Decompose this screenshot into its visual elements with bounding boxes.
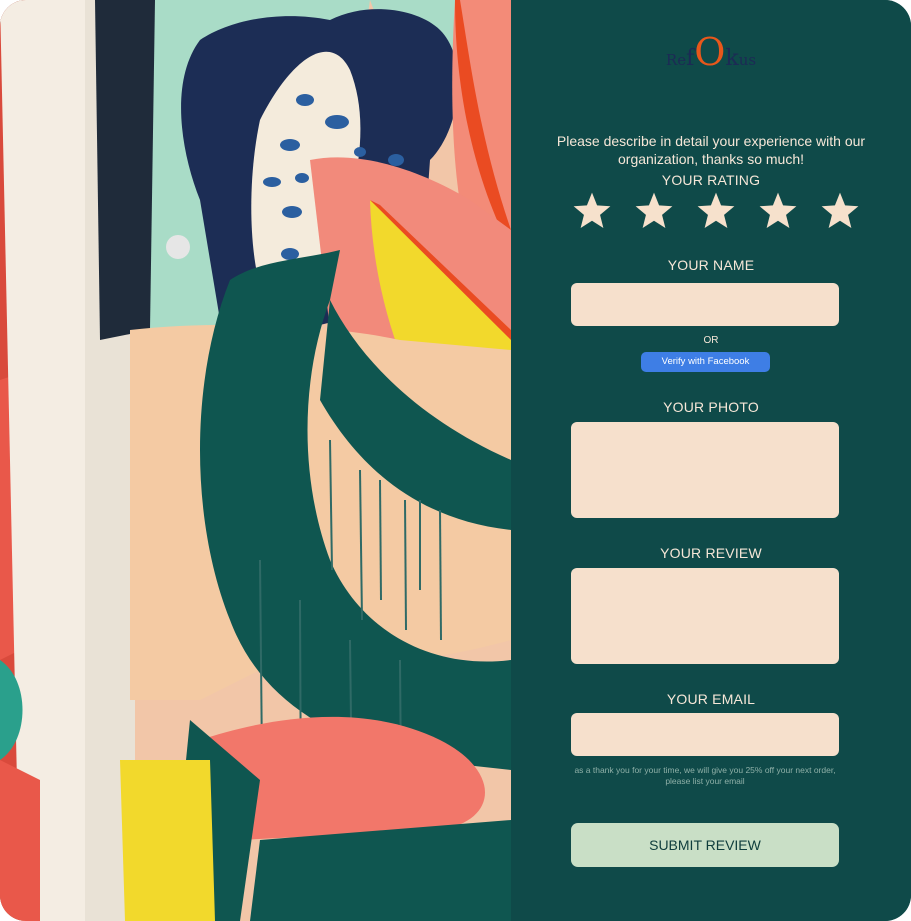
photo-label: YOUR PHOTO xyxy=(663,399,759,415)
submit-review-button[interactable]: SUBMIT REVIEW xyxy=(571,823,839,867)
intro-text: Please describe in detail your experienc… xyxy=(556,133,866,167)
star-icon[interactable] xyxy=(819,190,861,232)
photo-upload-area[interactable] xyxy=(571,422,839,518)
star-icon[interactable] xyxy=(695,190,737,232)
star-icon[interactable] xyxy=(571,190,613,232)
star-icon[interactable] xyxy=(633,190,675,232)
name-label: YOUR NAME xyxy=(667,257,755,273)
review-textarea[interactable] xyxy=(571,568,839,664)
name-input[interactable] xyxy=(571,283,839,326)
star-rating[interactable] xyxy=(571,190,861,232)
review-card: RefOkus Please describe in detail your e… xyxy=(0,0,911,921)
brand-logo: RefOkus xyxy=(665,30,757,74)
verify-facebook-button[interactable]: Verify with Facebook xyxy=(641,352,770,372)
review-label: YOUR REVIEW xyxy=(660,545,762,561)
rating-label: YOUR RATING xyxy=(661,172,761,188)
abstract-painting-image xyxy=(0,0,511,921)
star-icon[interactable] xyxy=(757,190,799,232)
or-divider: OR xyxy=(703,335,719,346)
email-input[interactable] xyxy=(571,713,839,756)
review-form-panel: RefOkus Please describe in detail your e… xyxy=(511,0,911,921)
email-label: YOUR EMAIL xyxy=(666,691,756,707)
email-discount-note: as a thank you for your time, we will gi… xyxy=(574,765,836,786)
